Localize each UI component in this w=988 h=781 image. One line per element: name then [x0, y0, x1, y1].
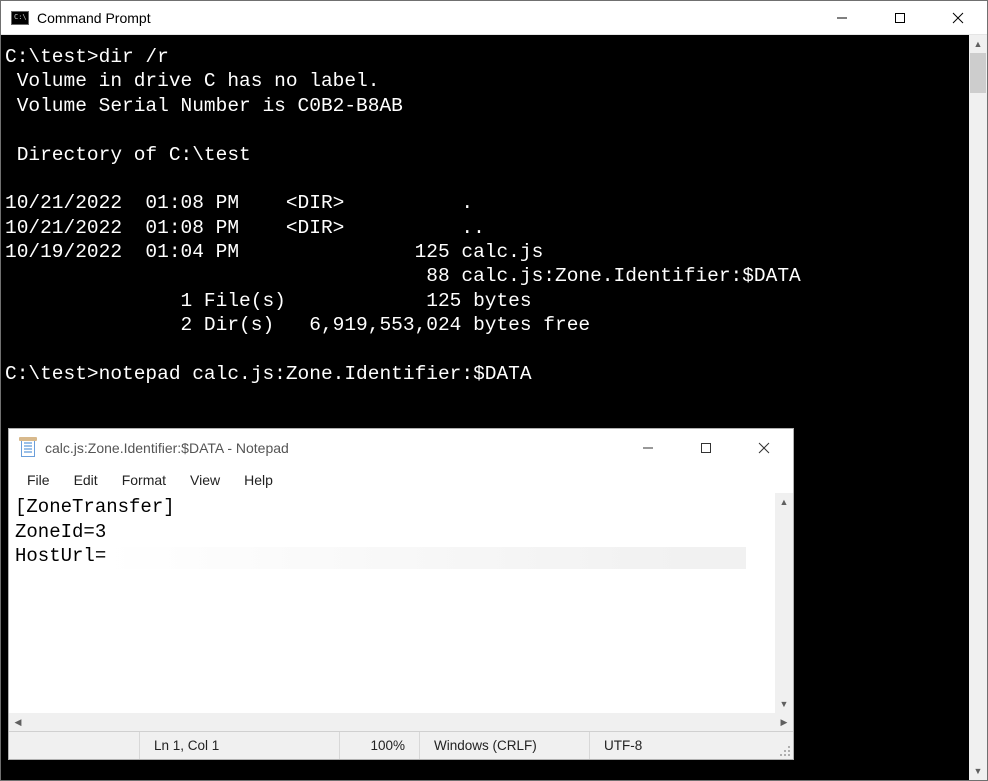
- menu-edit[interactable]: Edit: [62, 470, 110, 490]
- notepad-menubar: File Edit Format View Help: [9, 467, 793, 493]
- status-lncol: Ln 1, Col 1: [139, 732, 339, 759]
- scroll-down-arrow-icon[interactable]: ▼: [969, 762, 987, 780]
- cmd-titlebar[interactable]: C:\ Command Prompt: [1, 1, 987, 35]
- notepad-body: [ZoneTransfer] ZoneId=3 HostUrl= ▲ ▼ ◀ ▶: [9, 493, 793, 731]
- notepad-statusbar: Ln 1, Col 1 100% Windows (CRLF) UTF-8: [9, 731, 793, 759]
- scroll-left-arrow-icon[interactable]: ◀: [9, 713, 27, 731]
- np-line-1: [ZoneTransfer]: [15, 496, 175, 518]
- maximize-button[interactable]: [677, 429, 735, 467]
- cmd-window-controls: [813, 1, 987, 34]
- notepad-text-area[interactable]: [ZoneTransfer] ZoneId=3 HostUrl=: [9, 493, 775, 713]
- notepad-icon: [19, 437, 37, 459]
- scroll-thumb[interactable]: [970, 53, 986, 93]
- notepad-text-wrap: [ZoneTransfer] ZoneId=3 HostUrl= ▲ ▼: [9, 493, 793, 713]
- minimize-button[interactable]: [619, 429, 677, 467]
- notepad-window-controls: [619, 429, 793, 467]
- cmd-icon-label: C:\: [14, 14, 27, 21]
- notepad-horizontal-scrollbar[interactable]: ◀ ▶: [9, 713, 793, 731]
- resize-grip-icon[interactable]: [773, 732, 793, 759]
- status-zoom: 100%: [339, 732, 419, 759]
- cmd-icon: C:\: [11, 11, 29, 25]
- notepad-vertical-scrollbar[interactable]: ▲ ▼: [775, 493, 793, 713]
- notepad-titlebar[interactable]: calc.js:Zone.Identifier:$DATA - Notepad: [9, 429, 793, 467]
- cmd-window-title: Command Prompt: [37, 10, 813, 26]
- scroll-up-arrow-icon[interactable]: ▲: [969, 35, 987, 53]
- cmd-scrollbar[interactable]: ▲ ▼: [969, 35, 987, 780]
- status-encoding: UTF-8: [589, 732, 773, 759]
- scroll-up-arrow-icon[interactable]: ▲: [775, 493, 793, 511]
- menu-view[interactable]: View: [178, 470, 232, 490]
- minimize-button[interactable]: [813, 1, 871, 34]
- scroll-right-arrow-icon[interactable]: ▶: [775, 713, 793, 731]
- notepad-window-title: calc.js:Zone.Identifier:$DATA - Notepad: [45, 440, 619, 456]
- status-line-ending: Windows (CRLF): [419, 732, 589, 759]
- status-spacer: [9, 732, 139, 759]
- redacted-hosturl: [106, 547, 746, 569]
- close-button[interactable]: [735, 429, 793, 467]
- menu-file[interactable]: File: [15, 470, 62, 490]
- close-button[interactable]: [929, 1, 987, 34]
- scroll-down-arrow-icon[interactable]: ▼: [775, 695, 793, 713]
- menu-help[interactable]: Help: [232, 470, 285, 490]
- np-line-2: ZoneId=3: [15, 521, 106, 543]
- maximize-button[interactable]: [871, 1, 929, 34]
- notepad-window: calc.js:Zone.Identifier:$DATA - Notepad …: [8, 428, 794, 760]
- menu-format[interactable]: Format: [110, 470, 178, 490]
- np-line-3: HostUrl=: [15, 545, 106, 567]
